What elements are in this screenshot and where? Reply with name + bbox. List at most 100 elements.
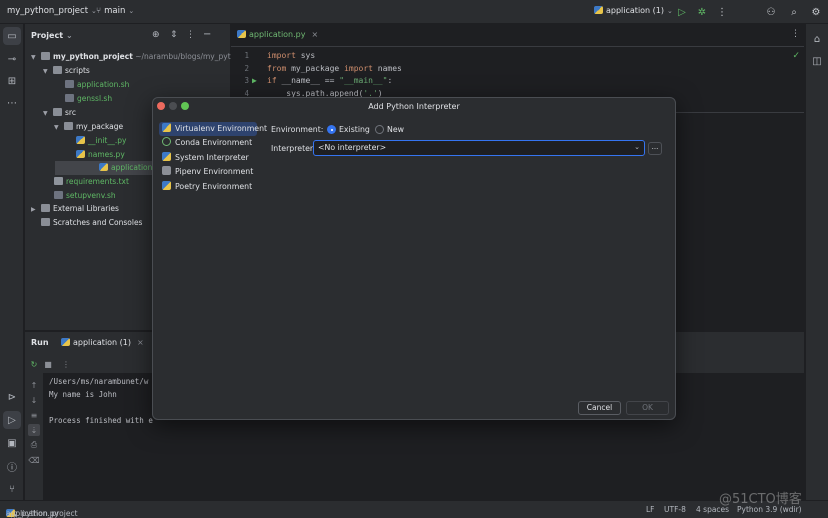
python-file-icon bbox=[237, 30, 246, 38]
tree-item-init-py[interactable]: __init__.py bbox=[76, 134, 126, 148]
arrow-up-icon[interactable]: ↑ bbox=[28, 379, 40, 391]
arrow-down-icon[interactable]: ↓ bbox=[28, 394, 40, 406]
python-icon bbox=[162, 181, 171, 190]
ok-button[interactable]: OK bbox=[626, 401, 669, 415]
radio-new[interactable] bbox=[375, 125, 384, 134]
environment-type-list: Virtualenv Environment Conda Environment… bbox=[159, 120, 267, 415]
tree-label: genssl.sh bbox=[77, 94, 113, 103]
rerun-icon[interactable]: ↻ bbox=[28, 358, 40, 370]
collapse-all-icon[interactable]: ⇕ bbox=[170, 30, 178, 40]
chevron-down-icon: ⌄ bbox=[128, 7, 135, 15]
env-label: Virtualenv Environment bbox=[175, 124, 268, 133]
tree-item-genssl-sh[interactable]: genssl.sh bbox=[65, 92, 112, 106]
env-poetry[interactable]: Poetry Environment bbox=[159, 180, 257, 194]
tree-item-scratches[interactable]: Scratches and Consoles bbox=[41, 216, 142, 230]
tree-item-src[interactable]: ▼ src bbox=[43, 106, 76, 120]
hide-icon[interactable]: − bbox=[203, 29, 211, 40]
radio-existing[interactable] bbox=[327, 125, 336, 134]
soft-wrap-icon[interactable]: ≡ bbox=[28, 409, 40, 421]
terminal-icon[interactable]: ▣ bbox=[3, 434, 21, 452]
editor-tab-application-py[interactable]: application.py × bbox=[237, 30, 318, 39]
folder-icon bbox=[53, 66, 62, 74]
right-tool-strip: ⌂ ◫ bbox=[805, 24, 828, 500]
project-tool-icon[interactable]: ▭ bbox=[3, 27, 21, 45]
close-icon[interactable]: × bbox=[311, 30, 318, 39]
run-icon[interactable]: ▷ bbox=[674, 4, 690, 20]
project-panel-header[interactable]: Project ⌄ bbox=[31, 31, 73, 40]
run-gutter-icon[interactable]: ▶ bbox=[252, 76, 257, 85]
conda-icon bbox=[162, 137, 171, 146]
tree-item-my-package[interactable]: ▼ my_package bbox=[54, 120, 123, 134]
debug-icon[interactable]: ✲ bbox=[694, 4, 710, 20]
search-icon[interactable]: ⌕ bbox=[786, 4, 802, 20]
notifications-icon[interactable]: ⌂ bbox=[808, 30, 826, 48]
more-icon[interactable]: ⋮ bbox=[60, 358, 72, 370]
line-separator[interactable]: LF bbox=[646, 505, 655, 514]
tree-item-scripts[interactable]: ▼ scripts bbox=[43, 64, 90, 78]
tree-label: scripts bbox=[65, 66, 90, 75]
environment-label: Environment: bbox=[271, 125, 324, 134]
pipenv-icon bbox=[162, 166, 171, 175]
trash-icon[interactable]: ⌫ bbox=[28, 454, 40, 466]
tree-item-requirements-txt[interactable]: requirements.txt bbox=[54, 175, 129, 189]
run-tab[interactable]: application (1) × bbox=[61, 338, 144, 347]
status-bar: my_python_project › src › application.py… bbox=[0, 500, 828, 518]
editor-tab-label: application.py bbox=[249, 30, 306, 39]
project-switcher[interactable]: my_python_project ⌄ bbox=[7, 6, 97, 16]
interpreter-select[interactable]: <No interpreter> ⌄ bbox=[313, 140, 645, 156]
radio-existing-label[interactable]: Existing bbox=[339, 125, 370, 134]
tree-item-setupvenv-sh[interactable]: setupvenv.sh bbox=[54, 189, 116, 203]
browse-button[interactable]: ... bbox=[648, 142, 662, 155]
title-bar: my_python_project ⌄ ⑂ main ⌄ application (1… bbox=[0, 0, 828, 24]
tree-item-names-py[interactable]: names.py bbox=[76, 148, 125, 162]
python-file-icon bbox=[76, 150, 85, 158]
run-configuration-selector[interactable]: application (1) ⌄ bbox=[594, 6, 673, 15]
code-line: import sys bbox=[267, 51, 316, 60]
tree-item-external-libraries[interactable]: ▶ External Libraries bbox=[31, 202, 119, 216]
text-file-icon bbox=[54, 177, 63, 185]
problems-icon[interactable]: ⓘ bbox=[3, 457, 21, 475]
file-encoding[interactable]: UTF-8 bbox=[664, 505, 686, 514]
radio-new-label[interactable]: New bbox=[387, 125, 404, 134]
env-system-interpreter[interactable]: System Interpreter bbox=[159, 151, 257, 165]
structure-icon[interactable]: ⊞ bbox=[3, 72, 21, 90]
more-icon[interactable]: ⋮ bbox=[714, 4, 730, 20]
more-icon[interactable]: ⋮ bbox=[791, 29, 800, 39]
code-line: from my_package import names bbox=[267, 63, 402, 73]
breadcrumb-file[interactable]: application.py bbox=[6, 509, 59, 518]
env-conda[interactable]: Conda Environment bbox=[159, 136, 257, 150]
env-label: Poetry Environment bbox=[175, 182, 253, 191]
env-label: System Interpreter bbox=[175, 153, 249, 162]
editor-tab-bar: application.py × ⋮ bbox=[231, 24, 804, 47]
dialog-title: Add Python Interpreter bbox=[368, 102, 460, 111]
cancel-button[interactable]: Cancel bbox=[578, 401, 621, 415]
line-number: 3 bbox=[244, 76, 249, 85]
library-icon bbox=[41, 204, 50, 212]
run-tool-icon[interactable]: ▷ bbox=[3, 411, 21, 429]
more-icon[interactable]: ⋮ bbox=[186, 30, 195, 40]
services-icon[interactable]: ⊳ bbox=[3, 388, 21, 406]
locate-icon[interactable]: ⊕ bbox=[152, 30, 160, 40]
left-tool-strip: ▭ ⊸ ⊞ ⋯ ⊳ ▷ ▣ ⓘ ⑂ bbox=[0, 24, 24, 500]
commit-icon[interactable]: ⊸ bbox=[3, 50, 21, 68]
run-tab-label: application (1) bbox=[73, 338, 132, 347]
vcs-branch-switcher[interactable]: ⑂ main ⌄ bbox=[96, 6, 134, 16]
settings-icon[interactable]: ⚙ bbox=[808, 4, 824, 20]
folder-icon bbox=[53, 108, 62, 116]
close-icon[interactable]: × bbox=[137, 338, 144, 347]
tree-label: External Libraries bbox=[53, 204, 119, 213]
chevron-down-icon: ▼ bbox=[43, 110, 48, 117]
env-pipenv[interactable]: Pipenv Environment bbox=[159, 165, 257, 179]
more-tools-icon[interactable]: ⋯ bbox=[3, 94, 21, 112]
env-virtualenv[interactable]: Virtualenv Environment bbox=[159, 122, 267, 136]
tree-item-application-sh[interactable]: application.sh bbox=[65, 78, 129, 92]
git-icon[interactable]: ⑂ bbox=[3, 480, 21, 498]
chevron-down-icon: ⌄ bbox=[66, 31, 73, 40]
scroll-to-end-icon[interactable]: ⇣ bbox=[28, 424, 40, 436]
print-icon[interactable]: ⎙ bbox=[28, 439, 40, 451]
tree-item-my-python-project[interactable]: ▼ my_python_project ~/narambu/blogs/my_py… bbox=[31, 50, 248, 64]
tree-label: my_python_project bbox=[53, 52, 133, 61]
database-icon[interactable]: ◫ bbox=[808, 52, 826, 70]
add-user-icon[interactable]: ⚇ bbox=[763, 4, 779, 20]
stop-icon[interactable]: ■ bbox=[42, 358, 54, 370]
